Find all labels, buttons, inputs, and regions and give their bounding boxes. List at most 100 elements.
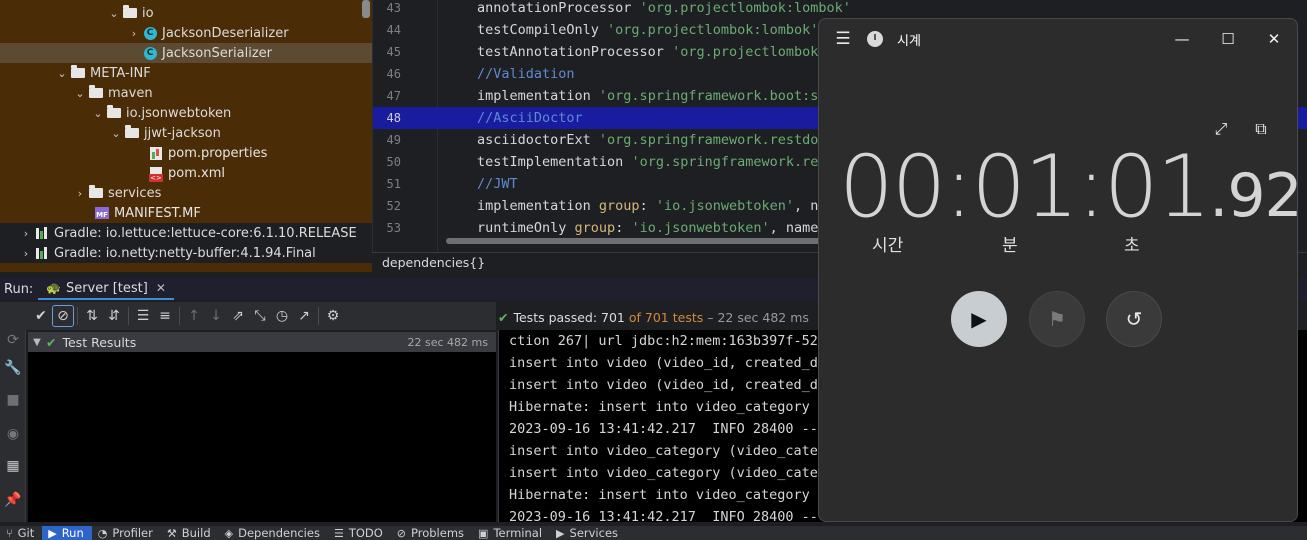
- close-icon[interactable]: ✕: [1251, 19, 1297, 59]
- line-number[interactable]: 43: [373, 1, 401, 15]
- expand-all-icon[interactable]: ☰: [132, 305, 154, 327]
- chevron-down-icon[interactable]: ⌄: [56, 67, 68, 80]
- minimize-icon[interactable]: —: [1159, 19, 1205, 59]
- line-number[interactable]: 45: [373, 45, 401, 59]
- tree-item-jackson-deserializer[interactable]: › C JacksonDeserializer: [0, 23, 372, 43]
- open-external-icon[interactable]: ↗: [293, 305, 315, 327]
- line-number[interactable]: 46: [373, 67, 401, 81]
- tool-window-profiler[interactable]: ◔ Profiler: [92, 526, 161, 540]
- tree-item-pom-properties[interactable]: pom.properties: [0, 143, 372, 163]
- line-number[interactable]: 52: [373, 199, 401, 213]
- line-number[interactable]: 49: [373, 133, 401, 147]
- code-text[interactable]: testAnnotationProcessor 'org.projectlomb…: [477, 44, 827, 60]
- tool-window-problems[interactable]: ⊘ Problems: [391, 526, 472, 540]
- next-failed-icon[interactable]: ↓: [205, 305, 227, 327]
- code-text[interactable]: //JWT: [477, 176, 518, 192]
- tree-item-meta-inf[interactable]: ⌄ META-INF: [0, 63, 372, 83]
- lap-button[interactable]: ⚑: [1029, 291, 1085, 347]
- chevron-down-icon[interactable]: ⌄: [74, 87, 86, 100]
- chevron-right-icon[interactable]: ›: [128, 27, 140, 40]
- services-icon: ▶: [556, 526, 565, 540]
- tool-window-bar: ⑂ Git ▶ Run ◔ Profiler ⚒ Build ◈ Dependencies ☰ TOD…: [0, 526, 1307, 540]
- editor-horizontal-scrollbar[interactable]: [446, 238, 826, 244]
- rerun-failed-icon[interactable]: ⟳: [0, 329, 26, 351]
- chevron-down-icon[interactable]: ⌄: [108, 7, 120, 20]
- tool-window-dependencies[interactable]: ◈ Dependencies: [219, 526, 328, 540]
- tree-item-netty-buffer[interactable]: › Gradle: io.netty:netty-buffer:4.1.94.F…: [0, 243, 372, 263]
- console-line[interactable]: insert into video_category (video_categ: [509, 440, 826, 462]
- sort-alpha-icon[interactable]: ⇅: [81, 305, 103, 327]
- console-line[interactable]: insert into video_category (video_categ: [509, 462, 826, 484]
- code-text[interactable]: runtimeOnly group: 'io.jsonwebtoken', na…: [477, 220, 827, 236]
- play-button[interactable]: ▶: [951, 291, 1007, 347]
- pin-icon[interactable]: 📌: [0, 489, 26, 511]
- console-line[interactable]: Hibernate: insert into video_category (: [509, 396, 826, 418]
- tree-scrollbar[interactable]: [362, 0, 370, 18]
- console-line[interactable]: ction 267| url jdbc:h2:mem:163b397f-52a: [509, 330, 826, 352]
- close-icon[interactable]: ✕: [156, 281, 166, 295]
- code-text[interactable]: implementation 'org.springframework.boot…: [477, 88, 827, 104]
- tree-item-lettuce-core[interactable]: › Gradle: io.lettuce:lettuce-core:6.1.10…: [0, 223, 372, 243]
- chevron-down-icon[interactable]: ⌄: [92, 107, 104, 120]
- console-line[interactable]: 2023-09-16 13:41:42.217 INFO 28400 ---: [509, 418, 826, 440]
- code-text[interactable]: asciidoctorExt 'org.springframework.rest…: [477, 132, 827, 148]
- line-number[interactable]: 53: [373, 221, 401, 235]
- stop-icon[interactable]: ■: [0, 389, 26, 411]
- tree-item-maven[interactable]: ⌄ maven: [0, 83, 372, 103]
- tree-item-services[interactable]: › services: [0, 183, 372, 203]
- previous-failed-icon[interactable]: ↑: [183, 305, 205, 327]
- code-text[interactable]: //AsciiDoctor: [477, 110, 583, 126]
- tree-item-manifest[interactable]: MF MANIFEST.MF: [0, 203, 372, 223]
- code-text[interactable]: testImplementation 'org.springframework.…: [477, 154, 827, 170]
- show-ignored-icon[interactable]: ⊘: [52, 305, 74, 327]
- breadcrumb-item[interactable]: dependencies{}: [382, 255, 485, 270]
- gear-icon[interactable]: ⚙: [322, 305, 344, 327]
- stopwatch-fraction: .92: [1209, 161, 1298, 231]
- tree-item-jjwt-jackson[interactable]: ⌄ jjwt-jackson: [0, 123, 372, 143]
- code-text[interactable]: implementation group: 'io.jsonwebtoken',…: [477, 198, 827, 214]
- reset-button[interactable]: ↺: [1106, 291, 1162, 347]
- tab-server-test[interactable]: 🐢 Server [test] ✕: [38, 278, 174, 300]
- tool-window-services[interactable]: ▶ Services: [550, 526, 626, 540]
- wrench-icon[interactable]: 🔧: [0, 357, 26, 379]
- problems-icon: ⊘: [396, 526, 407, 540]
- chevron-right-icon[interactable]: ›: [20, 247, 32, 260]
- chevron-down-icon[interactable]: ⌄: [110, 127, 122, 140]
- code-text[interactable]: testCompileOnly 'org.projectlombok:lombo…: [477, 22, 818, 38]
- chevron-right-icon[interactable]: ›: [74, 187, 86, 200]
- tool-window-git[interactable]: ⑂ Git: [0, 526, 42, 540]
- chevron-right-icon[interactable]: ›: [20, 227, 32, 240]
- tree-item-pom-xml[interactable]: pom.xml: [0, 163, 372, 183]
- console-line[interactable]: 2023-09-16 13:41:42.217 INFO 28400 ---: [509, 506, 826, 522]
- layout-icon[interactable]: ▦: [0, 455, 26, 477]
- console-line[interactable]: insert into video (video_id, created_da: [509, 374, 826, 396]
- import-tests-icon[interactable]: ⇗: [227, 305, 249, 327]
- eye-icon[interactable]: ◉: [0, 423, 26, 445]
- test-results-node[interactable]: ▼ ✔ Test Results 22 sec 482 ms: [28, 332, 496, 352]
- code-line[interactable]: 43 annotationProcessor 'org.projectlombok…: [373, 0, 1307, 19]
- maximize-icon[interactable]: ☐: [1205, 19, 1251, 59]
- tree-item-io-jsonwebtoken[interactable]: ⌄ io.jsonwebtoken: [0, 103, 372, 123]
- code-text[interactable]: annotationProcessor 'org.projectlombok:l…: [477, 0, 851, 16]
- hamburger-menu-icon[interactable]: ☰: [819, 29, 867, 49]
- tool-window-todo[interactable]: ☰ TODO: [328, 526, 391, 540]
- chevron-down-icon[interactable]: ▼: [28, 337, 46, 348]
- collapse-all-icon[interactable]: ≡: [154, 305, 176, 327]
- line-number[interactable]: 44: [373, 23, 401, 37]
- console-line[interactable]: Hibernate: insert into video_category (: [509, 484, 826, 506]
- history-icon[interactable]: ◷: [271, 305, 293, 327]
- line-number[interactable]: 47: [373, 89, 401, 103]
- line-number[interactable]: 48: [373, 111, 401, 125]
- tree-item-jackson-serializer[interactable]: C JacksonSerializer: [0, 43, 372, 63]
- show-passed-icon[interactable]: ✔: [30, 305, 52, 327]
- sort-duration-icon[interactable]: ⇵: [103, 305, 125, 327]
- export-results-icon[interactable]: ⤡: [249, 305, 271, 327]
- code-text[interactable]: //Validation: [477, 66, 575, 82]
- tool-window-terminal[interactable]: ▣ Terminal: [472, 526, 550, 540]
- line-number[interactable]: 51: [373, 177, 401, 191]
- tool-window-build[interactable]: ⚒ Build: [161, 526, 219, 540]
- line-number[interactable]: 50: [373, 155, 401, 169]
- tree-item-io[interactable]: ⌄ io: [0, 3, 372, 23]
- console-line[interactable]: insert into video (video_id, created_da: [509, 352, 826, 374]
- tool-window-run[interactable]: ▶ Run: [42, 526, 92, 540]
